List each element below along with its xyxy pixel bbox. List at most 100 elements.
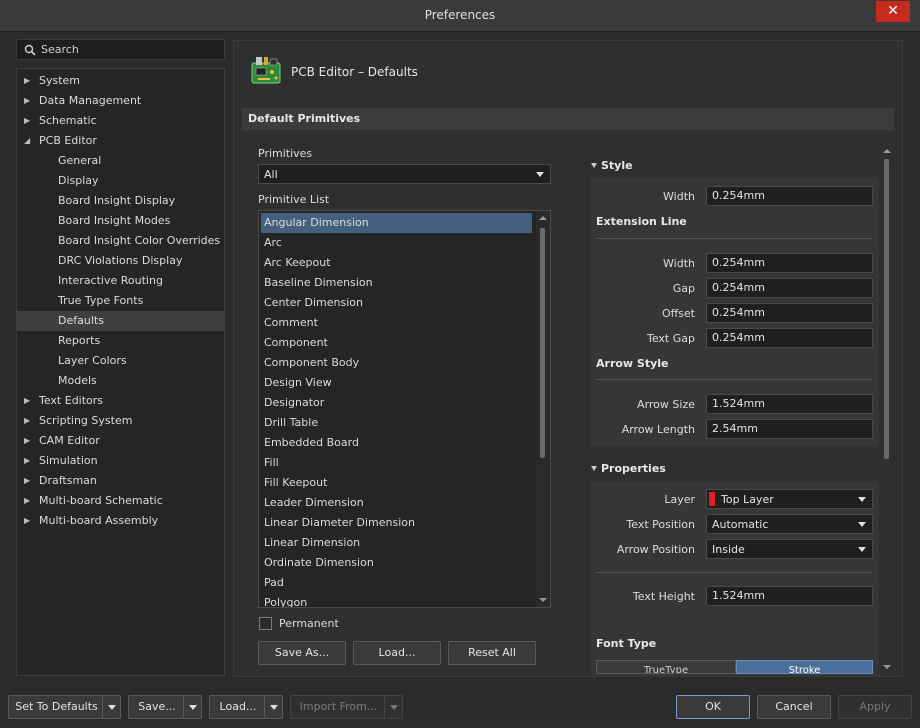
close-button[interactable]: ✕ xyxy=(876,1,910,22)
collapsed-arrow-icon[interactable]: ▶ xyxy=(24,451,30,471)
list-item[interactable]: Leader Dimension xyxy=(261,493,532,513)
style-section-title[interactable]: Style xyxy=(591,159,633,172)
list-item[interactable]: Ordinate Dimension xyxy=(261,553,532,573)
list-item[interactable]: Fill xyxy=(261,453,532,473)
reset-all-button[interactable]: Reset All xyxy=(448,641,536,665)
list-item[interactable]: Fill Keepout xyxy=(261,473,532,493)
list-item[interactable]: Component xyxy=(261,333,532,353)
tree-item-data-management[interactable]: ▶ Data Management xyxy=(17,91,224,111)
list-item[interactable]: Designator xyxy=(261,393,532,413)
category-tree[interactable]: ▶ System ▶ Data Management ▶ Schematic ◢ PCB Ed… xyxy=(16,68,225,676)
collapsed-arrow-icon[interactable]: ▶ xyxy=(24,511,30,531)
close-icon[interactable]: ✕ xyxy=(887,3,899,19)
font-stroke-toggle[interactable]: Stroke xyxy=(736,660,873,674)
list-item[interactable]: Polygon xyxy=(261,593,532,607)
search-input[interactable]: Search xyxy=(16,39,225,60)
set-to-defaults-menu[interactable] xyxy=(102,696,120,718)
list-scrollbar[interactable] xyxy=(536,211,550,607)
properties-scrollbar[interactable] xyxy=(882,149,892,669)
set-to-defaults-button[interactable]: Set To Defaults xyxy=(8,695,121,719)
tree-item-scripting-system[interactable]: ▶ Scripting System xyxy=(17,411,224,431)
arrow-size-field[interactable]: 1.524mm xyxy=(706,394,873,414)
tree-item-cam-editor[interactable]: ▶ CAM Editor xyxy=(17,431,224,451)
scroll-up-icon[interactable] xyxy=(883,149,891,153)
apply-button[interactable]: Apply xyxy=(838,695,912,719)
tree-item-draftsman[interactable]: ▶ Draftsman xyxy=(17,471,224,491)
expanded-arrow-icon[interactable]: ◢ xyxy=(24,131,30,151)
scroll-thumb[interactable] xyxy=(884,159,889,459)
collapsed-arrow-icon[interactable]: ▶ xyxy=(24,91,30,111)
tree-item-system[interactable]: ▶ System xyxy=(17,71,224,91)
font-truetype-toggle[interactable]: TrueType xyxy=(596,660,736,674)
ok-button[interactable]: OK xyxy=(676,695,750,719)
permanent-checkbox[interactable] xyxy=(259,617,272,630)
list-item[interactable]: Pad xyxy=(261,573,532,593)
tree-item-true-type-fonts[interactable]: True Type Fonts xyxy=(17,291,224,311)
cancel-button[interactable]: Cancel xyxy=(757,695,831,719)
width-field[interactable]: 0.254mm xyxy=(706,186,873,206)
collapse-icon[interactable] xyxy=(591,163,597,168)
properties-section-title[interactable]: Properties xyxy=(591,462,666,475)
collapsed-arrow-icon[interactable]: ▶ xyxy=(24,471,30,491)
load-menu[interactable] xyxy=(264,696,282,718)
collapsed-arrow-icon[interactable]: ▶ xyxy=(24,491,30,511)
save-menu[interactable] xyxy=(183,696,201,718)
collapse-icon[interactable] xyxy=(591,466,597,471)
tree-item-schematic[interactable]: ▶ Schematic xyxy=(17,111,224,131)
import-from-button[interactable]: Import From... xyxy=(290,695,403,719)
save-as-button[interactable]: Save As... xyxy=(258,641,346,665)
tree-item-drc-violations-display[interactable]: DRC Violations Display xyxy=(17,251,224,271)
import-from-menu[interactable] xyxy=(384,696,402,718)
list-item[interactable]: Baseline Dimension xyxy=(261,273,532,293)
collapsed-arrow-icon[interactable]: ▶ xyxy=(24,111,30,131)
save-button[interactable]: Save... xyxy=(128,695,202,719)
tree-item-pcb-editor[interactable]: ◢ PCB Editor xyxy=(17,131,224,151)
tree-item-board-insight-color-overrides[interactable]: Board Insight Color Overrides xyxy=(17,231,224,251)
tree-item-board-insight-display[interactable]: Board Insight Display xyxy=(17,191,224,211)
list-item[interactable]: Design View xyxy=(261,373,532,393)
arrow-length-field[interactable]: 2.54mm xyxy=(706,419,873,439)
ext-width-field[interactable]: 0.254mm xyxy=(706,253,873,273)
list-item[interactable]: Arc Keepout xyxy=(261,253,532,273)
primitives-dropdown[interactable]: All xyxy=(258,164,551,184)
list-item[interactable]: Angular Dimension xyxy=(261,213,532,233)
gap-field[interactable]: 0.254mm xyxy=(706,278,873,298)
list-item[interactable]: Drill Table xyxy=(261,413,532,433)
tree-item-board-insight-modes[interactable]: Board Insight Modes xyxy=(17,211,224,231)
scroll-up-icon[interactable] xyxy=(539,216,547,220)
collapsed-arrow-icon[interactable]: ▶ xyxy=(24,391,30,411)
tree-item-defaults[interactable]: Defaults xyxy=(17,311,224,331)
text-height-field[interactable]: 1.524mm xyxy=(706,586,873,606)
tree-item-reports[interactable]: Reports xyxy=(17,331,224,351)
tree-item-multi-board-schematic[interactable]: ▶ Multi-board Schematic xyxy=(17,491,224,511)
load-button[interactable]: Load... xyxy=(353,641,441,665)
load-footer-button[interactable]: Load... xyxy=(209,695,283,719)
tree-item-display[interactable]: Display xyxy=(17,171,224,191)
text-gap-field[interactable]: 0.254mm xyxy=(706,328,873,348)
list-item[interactable]: Embedded Board xyxy=(261,433,532,453)
list-item[interactable]: Component Body xyxy=(261,353,532,373)
collapsed-arrow-icon[interactable]: ▶ xyxy=(24,431,30,451)
scroll-thumb[interactable] xyxy=(540,228,545,458)
layer-dropdown[interactable]: Top Layer xyxy=(706,489,873,509)
list-item[interactable]: Arc xyxy=(261,233,532,253)
tree-item-multi-board-assembly[interactable]: ▶ Multi-board Assembly xyxy=(17,511,224,531)
tree-item-interactive-routing[interactable]: Interactive Routing xyxy=(17,271,224,291)
text-position-dropdown[interactable]: Automatic xyxy=(706,514,873,534)
tree-item-general[interactable]: General xyxy=(17,151,224,171)
list-item[interactable]: Center Dimension xyxy=(261,293,532,313)
collapsed-arrow-icon[interactable]: ▶ xyxy=(24,411,30,431)
scroll-down-icon[interactable] xyxy=(883,665,891,669)
list-item[interactable]: Linear Dimension xyxy=(261,533,532,553)
arrow-position-dropdown[interactable]: Inside xyxy=(706,539,873,559)
tree-item-text-editors[interactable]: ▶ Text Editors xyxy=(17,391,224,411)
list-item[interactable]: Comment xyxy=(261,313,532,333)
list-item[interactable]: Linear Diameter Dimension xyxy=(261,513,532,533)
tree-item-models[interactable]: Models xyxy=(17,371,224,391)
scroll-down-icon[interactable] xyxy=(539,598,547,602)
primitive-list[interactable]: Angular Dimension Arc Arc Keepout Baseline … xyxy=(258,210,551,608)
tree-item-layer-colors[interactable]: Layer Colors xyxy=(17,351,224,371)
tree-item-simulation[interactable]: ▶ Simulation xyxy=(17,451,224,471)
offset-field[interactable]: 0.254mm xyxy=(706,303,873,323)
collapsed-arrow-icon[interactable]: ▶ xyxy=(24,71,30,91)
